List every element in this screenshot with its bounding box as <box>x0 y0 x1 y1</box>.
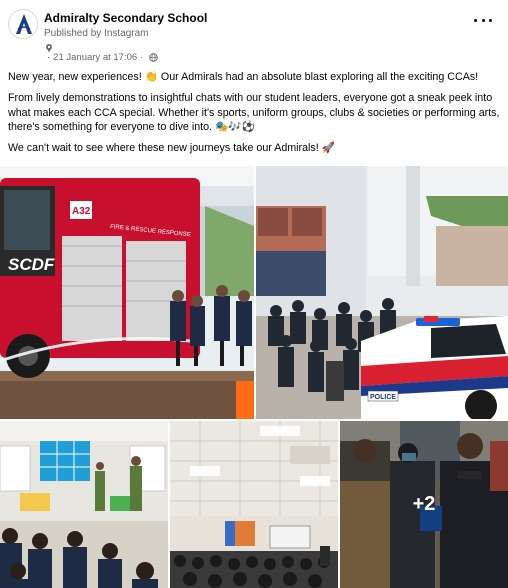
post-header: Admiralty Secondary School Published by … <box>0 0 508 66</box>
page-avatar[interactable] <box>8 9 38 39</box>
post-paragraph-1: New year, new experiences! 👏 Our Admiral… <box>8 71 479 83</box>
police-label: POLICE <box>370 394 396 401</box>
photo-grid: A32 FIRE & RESCUE RESPONSE SCDF POLICE +… <box>0 166 508 588</box>
photo-fire-truck[interactable]: A32 FIRE & RESCUE RESPONSE SCDF <box>0 166 254 419</box>
truck-number: A32 <box>72 206 91 217</box>
post-paragraph-2: From lively demonstrations to insightful… <box>8 92 500 134</box>
post-timestamp[interactable]: 21 January at 17:06 <box>53 52 137 63</box>
post-paragraph-3: We can't wait to see where these new jou… <box>8 142 336 155</box>
post-meta: · 21 January at 17:06 · <box>44 52 159 63</box>
more-dot <box>474 18 477 22</box>
scdf-label: SCDF <box>8 255 55 274</box>
photo-police-car[interactable]: POLICE <box>256 166 508 419</box>
school-crest-icon <box>9 10 37 38</box>
more-photos-overlay[interactable]: +2 <box>340 421 508 588</box>
location-pin-icon <box>44 40 58 53</box>
page-name[interactable]: Admiralty Secondary School <box>44 11 207 25</box>
more-dot <box>481 18 485 22</box>
globe-icon <box>149 53 159 62</box>
photo-classroom[interactable] <box>0 421 168 588</box>
photo-hall-presentation[interactable] <box>170 421 338 588</box>
more-options-button[interactable] <box>474 14 492 26</box>
published-via: Published by Instagram <box>44 28 149 39</box>
more-photos-count: +2 <box>412 493 436 515</box>
post-body: New year, new experiences! 👏 Our Admiral… <box>8 70 502 162</box>
photo-uniform-group[interactable]: +2 <box>340 421 508 588</box>
more-dot <box>489 18 492 22</box>
